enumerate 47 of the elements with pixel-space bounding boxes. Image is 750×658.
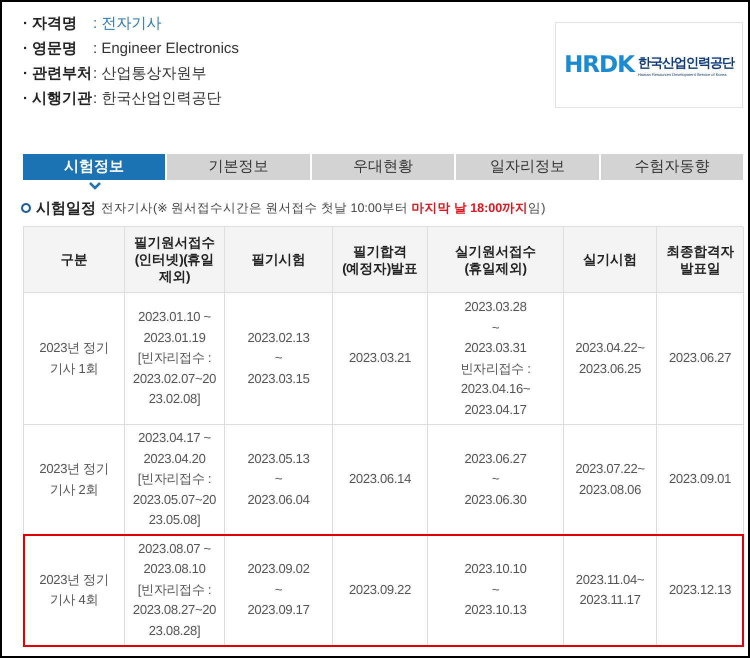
table-cell: 2023.11.04~ 2023.11.17 [564, 535, 657, 646]
column-header: 최종합격자 발표일 [657, 227, 744, 293]
table-cell: 2023.08.07 ~ 2023.08.10 [빈자리접수 : 2023.08.27~20 23.08.28] [125, 535, 225, 646]
table-cell: 2023.02.13 ~ 2023.03.15 [225, 293, 333, 425]
table-cell: 2023.06.27 ~ 2023.06.30 [428, 425, 564, 535]
column-header: 구분 [24, 227, 125, 293]
schedule-note: 전자기사(※ 원서접수시간은 원서접수 첫날 10:00부터 마지막 날 18:00까지임) [101, 200, 546, 216]
table-cell: 2023.06.14 [333, 425, 428, 535]
table-cell: 2023.09.01 [657, 425, 744, 535]
table-cell: 2023.06.27 [657, 293, 744, 425]
tab[interactable]: 우대현황 [312, 154, 454, 180]
table-cell: 2023년 정기 기사 4회 [24, 535, 125, 646]
column-header: 필기합격 (예정자)발표 [333, 227, 428, 293]
table-cell: 2023년 정기 기사 1회 [24, 293, 125, 425]
info-value: : 전자기사 [93, 14, 162, 33]
column-header: 필기시험 [225, 227, 333, 293]
column-header: 실기시험 [564, 227, 657, 293]
table-cell: 2023.09.02 ~ 2023.09.17 [225, 535, 333, 646]
table-cell: 2023.09.22 [333, 535, 428, 646]
tab[interactable]: 기본정보 [167, 154, 310, 180]
info-label: · 시행기관 [23, 89, 93, 108]
info-value: : Engineer Electronics [93, 40, 239, 57]
logo-mark: HRDK [564, 52, 634, 78]
table-cell: 2023.12.13 [657, 535, 744, 646]
chevron-down-icon [89, 182, 101, 190]
table-cell: 2023.03.21 [333, 293, 428, 425]
info-label: · 관련부처 [23, 64, 93, 83]
section-title: 시험일정 [36, 198, 96, 218]
info-value: : 산업통상자원부 [93, 64, 206, 83]
table-cell: 2023년 정기 기사 2회 [24, 425, 125, 535]
table-cell: 2023.05.13 ~ 2023.06.04 [225, 425, 333, 535]
table-cell: 2023.10.10 ~ 2023.10.13 [428, 535, 564, 646]
info-label: · 영문명 [23, 39, 78, 58]
bullet-icon [21, 203, 31, 213]
table-cell: 2023.07.22~ 2023.08.06 [564, 425, 657, 535]
tab[interactable]: 수험자동향 [600, 154, 743, 180]
column-header: 필기원서접수 (인터넷)(휴일 제외) [125, 227, 225, 293]
table-cell: 2023.01.10 ~ 2023.01.19 [빈자리접수 : 2023.02.07~20 23.02.08] [125, 293, 225, 425]
table-cell: 2023.04.22~ 2023.06.25 [564, 293, 657, 425]
info-value: : 한국산업인력공단 [93, 89, 222, 108]
table-cell: 2023.03.28 ~ 2023.03.31 빈자리접수 : 2023.04.16~ 2023.04.17 [428, 293, 564, 425]
table-cell: 2023.04.17 ~ 2023.04.20 [빈자리접수 : 2023.05.07~20 23.05.08] [125, 425, 225, 535]
tab[interactable]: 시험정보 [23, 154, 166, 180]
tab[interactable]: 일자리정보 [456, 154, 599, 180]
logo-name: 한국산업인력공단 [638, 54, 734, 72]
info-label: · 자격명 [23, 14, 78, 33]
column-header: 실기원서접수 (휴일제외) [428, 227, 564, 293]
